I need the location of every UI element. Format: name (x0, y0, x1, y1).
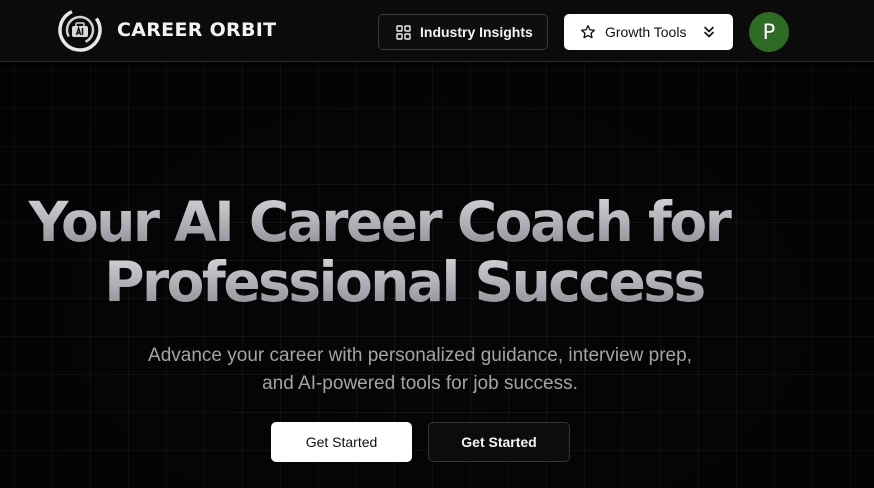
top-navbar: CAREER ORBIT Industry Insights Growth To… (0, 0, 874, 62)
get-started-secondary-button[interactable]: Get Started (428, 422, 570, 462)
landing-page: CAREER ORBIT Industry Insights Growth To… (0, 0, 874, 488)
hero-title: Your AI Career Coach for Professional Su… (0, 192, 874, 312)
layout-grid-icon (396, 24, 411, 40)
brand-name[interactable]: CAREER ORBIT (117, 19, 276, 41)
user-avatar[interactable]: P (749, 12, 789, 52)
growth-tools-dropdown[interactable]: Growth Tools (564, 14, 733, 50)
chevrons-down-icon (704, 26, 714, 38)
industry-insights-label: Industry Insights (420, 24, 533, 40)
career-orbit-logo[interactable] (58, 8, 102, 52)
hero-title-line-2: Professional Success (0, 252, 874, 312)
growth-tools-label: Growth Tools (605, 24, 687, 40)
star-icon (581, 25, 595, 39)
hero-title-line-1: Your AI Career Coach for (0, 192, 874, 252)
hero-subtitle: Advance your career with personalized gu… (148, 345, 692, 394)
get-started-primary-button[interactable]: Get Started (271, 422, 412, 462)
industry-insights-button[interactable]: Industry Insights (378, 14, 548, 50)
